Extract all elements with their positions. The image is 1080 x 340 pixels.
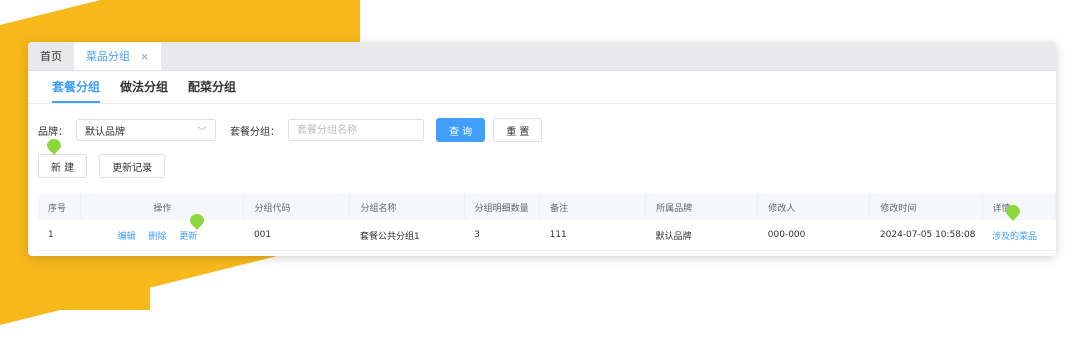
header-modified-time: 修改时间 xyxy=(869,194,983,220)
header-ops: 操作 xyxy=(80,194,245,220)
header-brand: 所属品牌 xyxy=(645,194,759,220)
cell-name: 套餐公共分组1 xyxy=(349,220,465,251)
tab-home-label: 首页 xyxy=(40,50,62,63)
header-code: 分组代码 xyxy=(243,194,351,220)
header-remark: 备注 xyxy=(539,194,647,220)
brand-select[interactable]: 默认品牌 ﹀ xyxy=(76,119,216,141)
tab-dish-group[interactable]: 菜品分组 × xyxy=(74,42,162,70)
related-dishes-link[interactable]: 涉及的菜品 xyxy=(992,232,1037,242)
header-count: 分组明细数量 xyxy=(464,194,541,220)
group-label: 套餐分组： xyxy=(230,126,280,138)
subtab-method-group[interactable]: 做法分组 xyxy=(110,78,178,103)
cell-brand: 默认品牌 xyxy=(645,220,758,251)
marker-pin-icon xyxy=(190,214,204,230)
decorative-bottom xyxy=(0,250,150,310)
update-link[interactable]: 更新 xyxy=(179,232,197,242)
marker-pin-icon xyxy=(1006,205,1020,221)
brand-select-value: 默认品牌 xyxy=(85,126,125,138)
tab-home[interactable]: 首页 xyxy=(28,42,74,70)
new-button[interactable]: 新 建 xyxy=(38,154,88,178)
tab-dish-group-label: 菜品分组 xyxy=(86,50,130,63)
cell-code: 001 xyxy=(243,220,350,251)
delete-link[interactable]: 删除 xyxy=(148,232,166,242)
subtab-side-dish-group[interactable]: 配菜分组 xyxy=(178,78,246,103)
edit-link[interactable]: 编辑 xyxy=(117,232,135,242)
brand-label: 品牌： xyxy=(38,126,68,138)
tab-bar: 首页 菜品分组 × xyxy=(28,42,1056,71)
header-modifier: 修改人 xyxy=(757,194,871,220)
header-name: 分组名称 xyxy=(349,194,465,220)
filter-bar: 品牌： 默认品牌 ﹀ 套餐分组： 查 询 重 置 xyxy=(38,118,543,142)
group-name-input[interactable] xyxy=(288,119,424,141)
cell-remark: 111 xyxy=(539,220,646,251)
update-log-button[interactable]: 更新记录 xyxy=(99,154,166,178)
cell-count: 3 xyxy=(464,220,540,251)
action-bar: 新 建 更新记录 xyxy=(38,154,166,178)
app-window: 首页 菜品分组 × 套餐分组 做法分组 配菜分组 品牌： 默认品牌 ﹀ 套餐分组… xyxy=(28,42,1056,256)
query-button[interactable]: 查 询 xyxy=(436,118,486,142)
cell-index: 1 xyxy=(38,220,81,251)
sub-tabs: 套餐分组 做法分组 配菜分组 xyxy=(28,71,1056,104)
cell-modified-time: 2024-07-05 10:58:08 xyxy=(869,220,983,251)
header-index: 序号 xyxy=(38,194,82,220)
close-icon[interactable]: × xyxy=(140,50,149,63)
marker-pin-icon xyxy=(47,139,61,155)
cell-modifier: 000-000 xyxy=(757,220,870,251)
reset-button[interactable]: 重 置 xyxy=(493,118,543,142)
chevron-down-icon: ﹀ xyxy=(197,126,207,138)
cell-ops: 编辑 删除 更新 xyxy=(80,220,244,251)
cell-detail: 涉及的菜品 xyxy=(982,220,1056,251)
subtab-set-meal-group[interactable]: 套餐分组 xyxy=(42,78,110,103)
